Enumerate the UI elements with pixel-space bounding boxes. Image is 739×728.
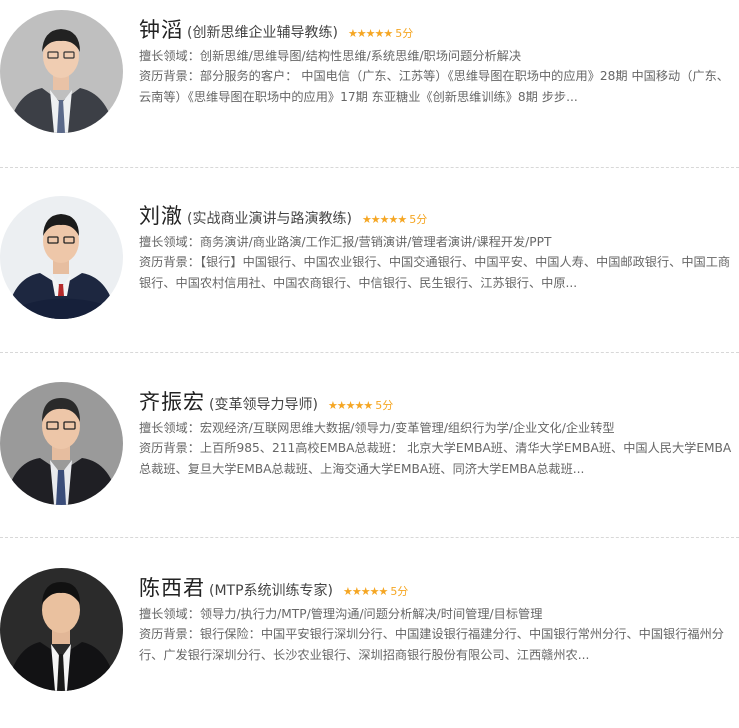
expert-name[interactable]: 钟滔	[139, 14, 183, 44]
expert-specialty: 擅长领域：商务演讲/商业路演/工作汇报/营销演讲/管理者演讲/课程开发/PPT	[139, 235, 552, 249]
expert-role: (实战商业演讲与路演教练)	[187, 211, 352, 227]
star-icon: ★★★★★	[327, 399, 373, 412]
expert-role: (变革领导力导师)	[209, 397, 318, 413]
avatar[interactable]	[0, 10, 123, 133]
star-icon: ★★★★★	[343, 585, 388, 598]
expert-info: 钟滔 (创新思维企业辅导教练) ★★★★★ 5分 擅长领域：创新思维/思维导图/…	[139, 14, 739, 107]
expert-specialty: 擅长领域：创新思维/思维导图/结构性思维/系统思维/职场问题分析解决	[139, 49, 522, 63]
expert-card[interactable]: 齐振宏 (变革领导力导师) ★★★★★ 5分 擅长领域：宏观经济/互联网思维大数…	[0, 372, 739, 542]
divider	[0, 167, 739, 168]
expert-role: (创新思维企业辅导教练)	[187, 25, 338, 41]
expert-info: 刘澈 (实战商业演讲与路演教练) ★★★★★ 5分 擅长领域：商务演讲/商业路演…	[139, 200, 739, 293]
expert-background: 资历背景：银行保险：中国平安银行深圳分行、中国建设银行福建分行、中国银行常州分行…	[139, 627, 724, 662]
expert-name[interactable]: 陈西君	[139, 572, 205, 602]
expert-card[interactable]: 钟滔 (创新思维企业辅导教练) ★★★★★ 5分 擅长领域：创新思维/思维导图/…	[0, 0, 739, 170]
rating-score: 5分	[409, 213, 428, 226]
expert-role: (MTP系统训练专家)	[209, 583, 333, 599]
expert-list: 钟滔 (创新思维企业辅导教练) ★★★★★ 5分 擅长领域：创新思维/思维导图/…	[0, 0, 739, 691]
expert-info: 陈西君 (MTP系统训练专家) ★★★★★ 5分 擅长领域：领导力/执行力/MT…	[139, 572, 739, 665]
divider	[0, 352, 739, 353]
expert-specialty: 擅长领域：宏观经济/互联网思维大数据/领导力/变革管理/组织行为学/企业文化/企…	[139, 421, 615, 435]
avatar[interactable]	[0, 382, 123, 505]
rating-score: 5分	[375, 399, 394, 412]
rating-score: 5分	[390, 585, 409, 598]
star-icon: ★★★★★	[361, 213, 407, 226]
title-row: 齐振宏 (变革领导力导师) ★★★★★ 5分	[139, 386, 739, 418]
expert-background: 资历背景：部分服务的客户： 中国电信（广东、江苏等）《思维导图在职场中的应用》2…	[139, 69, 729, 104]
expert-card[interactable]: 刘澈 (实战商业演讲与路演教练) ★★★★★ 5分 擅长领域：商务演讲/商业路演…	[0, 186, 739, 356]
title-row: 钟滔 (创新思维企业辅导教练) ★★★★★ 5分	[139, 14, 739, 46]
divider	[0, 537, 739, 538]
expert-info: 齐振宏 (变革领导力导师) ★★★★★ 5分 擅长领域：宏观经济/互联网思维大数…	[139, 386, 739, 479]
expert-card[interactable]: 陈西君 (MTP系统训练专家) ★★★★★ 5分 擅长领域：领导力/执行力/MT…	[0, 558, 739, 728]
expert-background: 资历背景：【银行】中国银行、中国农业银行、中国交通银行、中国平安、中国人寿、中国…	[139, 255, 731, 290]
title-row: 刘澈 (实战商业演讲与路演教练) ★★★★★ 5分	[139, 200, 739, 232]
title-row: 陈西君 (MTP系统训练专家) ★★★★★ 5分	[139, 572, 739, 604]
expert-name[interactable]: 齐振宏	[139, 386, 205, 416]
rating-score: 5分	[395, 27, 414, 40]
expert-name[interactable]: 刘澈	[139, 200, 183, 230]
expert-specialty: 擅长领域：领导力/执行力/MTP/管理沟通/问题分析解决/时间管理/目标管理	[139, 607, 543, 621]
star-icon: ★★★★★	[347, 27, 393, 40]
expert-background: 资历背景：上百所985、211高校EMBA总裁班： 北京大学EMBA班、清华大学…	[139, 441, 732, 476]
avatar[interactable]	[0, 568, 123, 691]
avatar[interactable]	[0, 196, 123, 319]
